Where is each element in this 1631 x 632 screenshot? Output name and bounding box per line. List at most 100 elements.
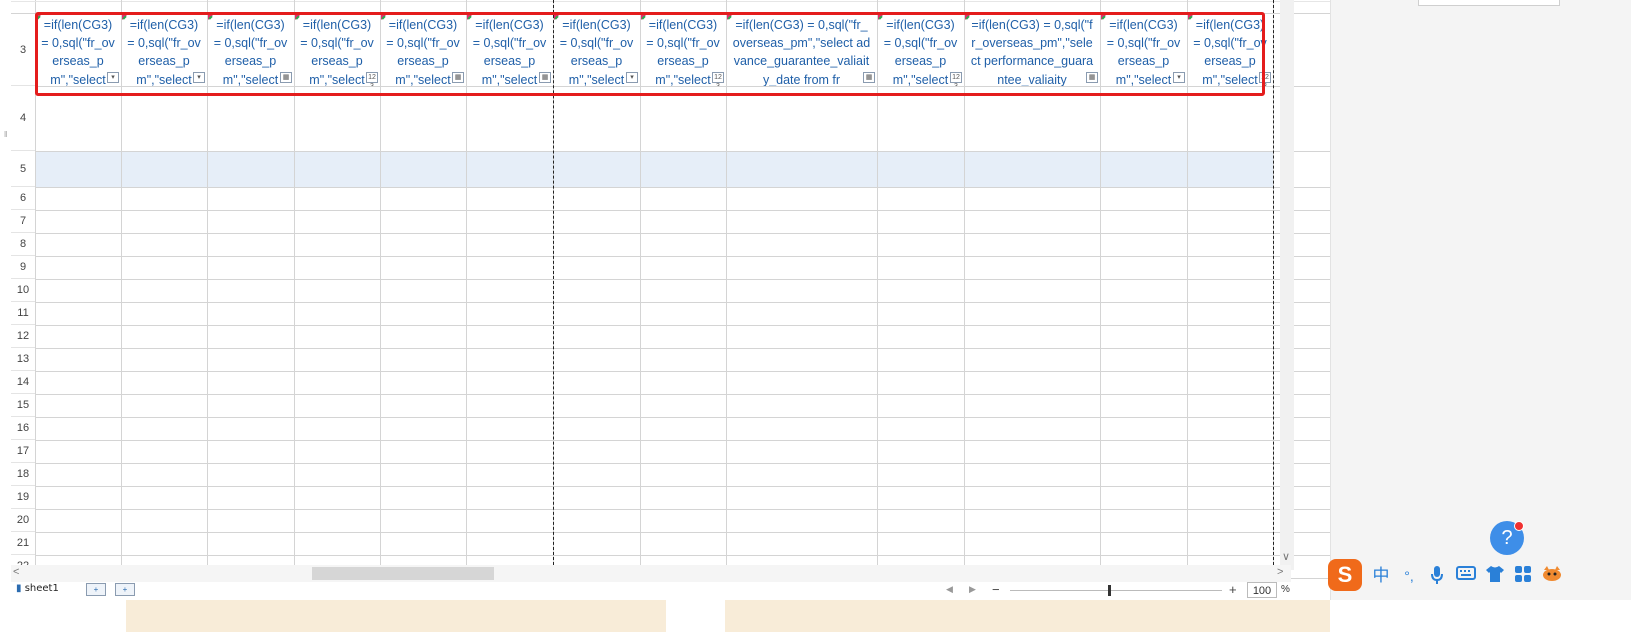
formula-cell-text: =if(len(CG3) = 0,sql("fr_overseas_pm","s… [213, 18, 288, 86]
cell-widget-icon[interactable]: ▾ [1173, 72, 1185, 83]
formula-cell[interactable]: =if(len(CG3) = 0,sql("fr_overseas_pm","s… [1187, 14, 1273, 86]
row-line [11, 233, 1330, 234]
cell-widget-icon[interactable]: ▦ [539, 72, 551, 83]
cell-widget-icon[interactable]: 123 [712, 72, 724, 86]
ime-punctuation-icon[interactable]: °, [1398, 565, 1420, 587]
horizontal-scrollbar[interactable]: < > [11, 565, 1291, 582]
cell-widget-icon[interactable]: 123 [1259, 72, 1271, 86]
cell-widget-icon[interactable]: ▦ [1086, 72, 1098, 83]
highlighted-row-5 [35, 151, 1273, 187]
sheet-prev-icon[interactable]: ◀ [946, 584, 953, 595]
formula-marker-icon [878, 15, 886, 23]
row-line [11, 187, 1330, 188]
sheet-next-icon[interactable]: ▶ [969, 584, 976, 595]
row-line [11, 325, 1330, 326]
row-header[interactable]: 11 [11, 302, 35, 325]
strip-block [725, 600, 1330, 632]
formula-cell[interactable]: =if(len(CG3) = 0,sql("fr_overseas_pm","s… [380, 14, 466, 86]
cell-widget-icon[interactable]: ▾ [626, 72, 638, 83]
formula-cell[interactable]: =if(len(CG3) = 0,sql("fr_overseas_pm","s… [466, 14, 553, 86]
cell-widget-icon[interactable]: ▦ [452, 72, 464, 83]
formula-marker-icon [208, 15, 216, 23]
scroll-down-icon[interactable]: ∨ [1282, 550, 1290, 563]
row-header[interactable]: 19 [11, 486, 35, 509]
formula-cell-text: =if(len(CG3) = 0,sql("fr_overseas_pm","s… [1193, 18, 1267, 86]
row-header[interactable]: 12 [11, 325, 35, 348]
microphone-icon[interactable] [1426, 565, 1448, 587]
row-header[interactable]: 21 [11, 532, 35, 555]
row-header[interactable]: 10 [11, 279, 35, 302]
formula-marker-icon [122, 15, 130, 23]
cell-widget-icon[interactable]: 123 [366, 72, 378, 86]
vertical-scrollbar[interactable]: ∨ [1280, 0, 1294, 570]
formula-cell[interactable]: =if(len(CG3) = 0,sql("fr_overseas_pm","s… [121, 14, 207, 86]
mascot-icon[interactable] [1540, 565, 1564, 587]
panel-resize-handle-icon[interactable]: ‖ [4, 130, 7, 139]
spreadsheet-grid[interactable]: 345678910111213141516171819202122=if(len… [0, 0, 1330, 582]
row-header[interactable]: 13 [11, 348, 35, 371]
row-header[interactable]: 4 [11, 86, 35, 151]
formula-cell[interactable]: =if(len(CG3) = 0,sql("fr_overseas_pm","s… [640, 14, 726, 86]
scroll-right-icon[interactable]: > [1277, 566, 1283, 578]
row-line [11, 555, 1330, 556]
cell-widget-icon[interactable]: ▦ [863, 72, 875, 83]
formula-cell-text: =if(len(CG3) = 0,sql("fr_overseas_pm","s… [970, 18, 1094, 86]
zoom-slider-track[interactable] [1010, 590, 1222, 591]
formula-marker-icon [36, 15, 44, 23]
row-header[interactable]: 7 [11, 210, 35, 233]
skin-shirt-icon[interactable] [1484, 565, 1506, 587]
cell-widget-icon[interactable]: ▾ [193, 72, 205, 83]
formula-cell[interactable]: =if(len(CG3) = 0,sql("fr_overseas_pm","s… [553, 14, 640, 86]
row-line [11, 86, 1330, 87]
row-header[interactable]: 18 [11, 463, 35, 486]
page-break-line [553, 0, 554, 565]
row-header[interactable]: 14 [11, 371, 35, 394]
toolbox-apps-icon[interactable] [1512, 565, 1534, 587]
formula-cell-text: =if(len(CG3) = 0,sql("fr_overseas_pm","s… [386, 18, 460, 86]
formula-cell[interactable]: =if(len(CG3) = 0,sql("fr_overseas_pm","s… [207, 14, 294, 86]
formula-cell[interactable]: =if(len(CG3) = 0,sql("fr_overseas_pm","s… [294, 14, 380, 86]
panel-field[interactable] [1418, 0, 1560, 6]
formula-marker-icon [641, 15, 649, 23]
horizontal-scroll-thumb[interactable] [312, 567, 494, 580]
formula-cell-text: =if(len(CG3) = 0,sql("fr_overseas_pm","s… [559, 18, 634, 86]
row-header[interactable]: 20 [11, 509, 35, 532]
formula-cell-text: =if(len(CG3) = 0,sql("fr_overseas_pm","s… [646, 18, 720, 86]
row-header[interactable]: 9 [11, 256, 35, 279]
row-line [11, 210, 1330, 211]
zoom-input[interactable]: 100 [1247, 582, 1277, 598]
add-sheet-button[interactable]: + [86, 583, 106, 596]
formula-cell-text: =if(len(CG3) = 0,sql("fr_overseas_pm","s… [300, 18, 374, 86]
formula-cell[interactable]: =if(len(CG3) = 0,sql("fr_overseas_pm","s… [877, 14, 964, 86]
sheet-icon: ▮ [16, 583, 22, 594]
zoom-slider-thumb[interactable] [1108, 585, 1111, 596]
formula-cell[interactable]: =if(len(CG3) = 0,sql("fr_overseas_pm","s… [1100, 14, 1187, 86]
sheet-tab[interactable]: ▮ sheet1 [16, 583, 59, 594]
row-header[interactable]: 3 [11, 14, 35, 86]
ime-language-icon[interactable]: 中 [1370, 565, 1392, 587]
row-header[interactable]: 5 [11, 151, 35, 187]
formula-marker-icon [1188, 15, 1196, 23]
notification-dot [1514, 521, 1524, 531]
zoom-out-button[interactable]: − [992, 582, 1000, 597]
strip-block [126, 600, 666, 632]
add-report-button[interactable]: + [115, 583, 135, 596]
row-header[interactable]: 16 [11, 417, 35, 440]
keyboard-icon[interactable] [1454, 565, 1478, 587]
formula-cell[interactable]: =if(len(CG3) = 0,sql("fr_overseas_pm","s… [35, 14, 121, 86]
row-line [11, 463, 1330, 464]
scroll-left-icon[interactable]: < [13, 566, 19, 578]
formula-marker-icon [295, 15, 303, 23]
cell-widget-icon[interactable]: ▾ [107, 72, 119, 83]
cell-widget-icon[interactable]: ▦ [280, 72, 292, 83]
row-header[interactable]: 15 [11, 394, 35, 417]
cell-widget-icon[interactable]: 123 [950, 72, 962, 86]
formula-cell[interactable]: =if(len(CG3) = 0,sql("fr_overseas_pm","s… [964, 14, 1100, 86]
row-line [11, 302, 1330, 303]
row-header[interactable]: 8 [11, 233, 35, 256]
row-header[interactable]: 17 [11, 440, 35, 463]
zoom-in-button[interactable]: + [1229, 582, 1237, 597]
formula-cell[interactable]: =if(len(CG3) = 0,sql("fr_overseas_pm","s… [726, 14, 877, 86]
row-header[interactable]: 6 [11, 187, 35, 210]
sogou-logo-icon[interactable]: S [1328, 559, 1362, 591]
